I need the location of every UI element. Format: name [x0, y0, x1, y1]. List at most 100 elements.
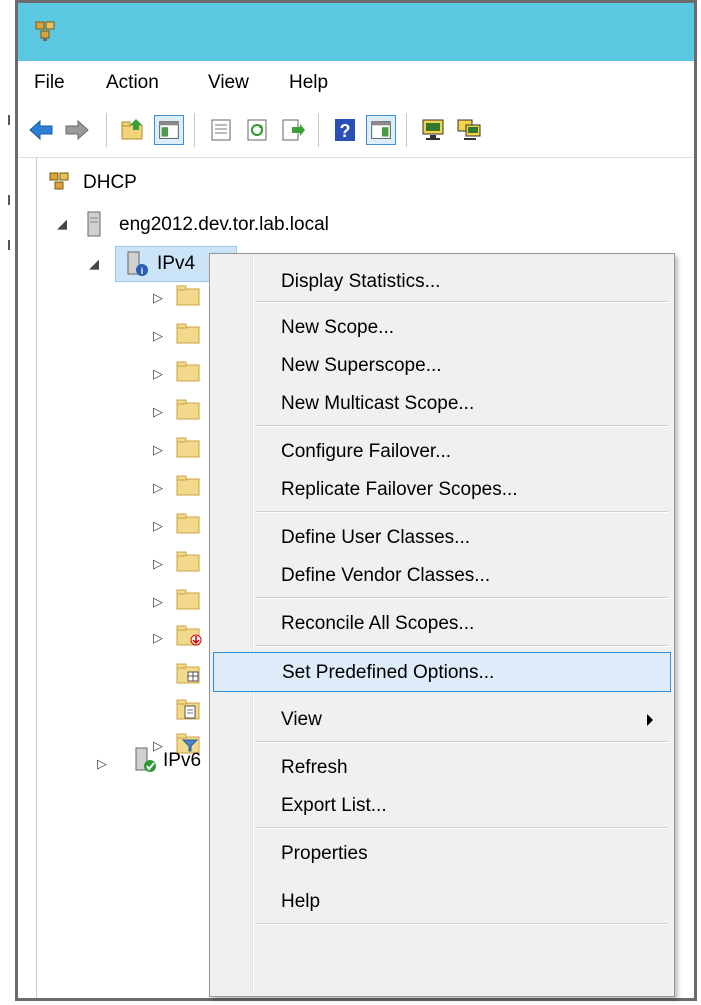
toolbar-separator	[406, 113, 407, 147]
menu-item-label: Define User Classes...	[281, 527, 471, 548]
expand-triangle-icon[interactable]: ▷	[153, 366, 163, 382]
folder-icon[interactable]	[175, 550, 203, 572]
refresh-icon[interactable]	[242, 115, 272, 145]
edge-mark	[8, 195, 10, 205]
forward-arrow-icon[interactable]	[62, 115, 92, 145]
menu-separator	[256, 301, 668, 303]
properties-icon[interactable]	[206, 115, 236, 145]
dhcp-app-icon	[35, 21, 55, 41]
menu-view[interactable]: View	[204, 70, 253, 96]
menu-item-define-vendor-classes[interactable]: Define Vendor Classes...	[213, 556, 671, 596]
menu-separator	[256, 511, 668, 513]
menu-separator	[256, 741, 668, 743]
menu-item-label: Help	[281, 891, 321, 912]
dhcp-root-icon	[49, 172, 69, 190]
expand-triangle-icon[interactable]: ▷	[153, 442, 163, 458]
collapse-triangle-icon[interactable]: ◢	[57, 216, 67, 232]
menu-item-label: Reconcile All Scopes...	[281, 613, 475, 634]
export-list-icon[interactable]	[278, 115, 308, 145]
folder-alert-icon[interactable]	[175, 624, 203, 646]
menu-bar: File Action View Help	[18, 61, 694, 105]
show-hide-console-tree-icon[interactable]	[154, 115, 184, 145]
menu-item-properties[interactable]: Properties	[213, 834, 671, 874]
svg-text:?: ?	[340, 121, 351, 141]
tree-item-dhcp[interactable]: DHCP	[83, 172, 137, 194]
up-folder-icon[interactable]	[118, 115, 148, 145]
tree-item-server[interactable]: eng2012.dev.tor.lab.local	[119, 214, 329, 236]
folder-icon[interactable]	[175, 436, 203, 458]
menu-item-refresh[interactable]: Refresh	[213, 748, 671, 788]
menu-item-label: New Multicast Scope...	[281, 393, 475, 414]
menu-item-label: New Superscope...	[281, 355, 442, 376]
menu-item-label: Set Predefined Options...	[282, 662, 495, 683]
menu-separator	[256, 425, 668, 427]
expand-triangle-icon[interactable]: ▷	[153, 290, 163, 306]
menu-item-view[interactable]: View	[213, 700, 671, 740]
menu-item-configure-failover[interactable]: Configure Failover...	[213, 432, 671, 472]
dhcp-console-window: File Action View Help ? DHCP ◢ eng2012.d…	[15, 0, 697, 1001]
menu-item-label: Properties	[281, 843, 368, 864]
folder-doc-icon[interactable]	[175, 698, 203, 720]
expand-triangle-icon[interactable]: ▷	[153, 404, 163, 420]
expand-triangle-icon[interactable]: ▷	[153, 594, 163, 610]
expand-triangle-icon[interactable]: ▷	[153, 630, 163, 646]
submenu-arrow-icon	[647, 714, 653, 726]
expand-triangle-icon[interactable]: ▷	[153, 480, 163, 496]
toolbar-separator	[318, 113, 319, 147]
back-arrow-icon[interactable]	[26, 115, 56, 145]
menu-help[interactable]: Help	[285, 70, 332, 96]
tree-item-ipv4[interactable]: IPv4	[157, 253, 195, 275]
menu-item-export-list[interactable]: Export List...	[213, 786, 671, 826]
menu-item-replicate-failover-scopes[interactable]: Replicate Failover Scopes...	[213, 470, 671, 510]
folder-icon[interactable]	[175, 322, 203, 344]
expand-triangle-icon[interactable]: ▷	[153, 556, 163, 572]
folder-grid-icon[interactable]	[175, 662, 203, 684]
tree-item-ipv6[interactable]: IPv6	[163, 750, 201, 772]
menu-separator	[256, 923, 668, 925]
toolbar-separator	[194, 113, 195, 147]
folder-icon[interactable]	[175, 360, 203, 382]
menu-item-label: Export List...	[281, 795, 387, 816]
menu-item-help[interactable]: Help	[213, 882, 671, 922]
folder-icon[interactable]	[175, 284, 203, 306]
svg-text:i: i	[141, 266, 144, 276]
expand-triangle-icon[interactable]: ▷	[153, 328, 163, 344]
folder-icon[interactable]	[175, 512, 203, 534]
show-hide-action-pane-icon[interactable]	[366, 115, 396, 145]
computer-monitor-icon[interactable]	[418, 115, 448, 145]
toolbar: ?	[18, 105, 694, 158]
help-icon[interactable]: ?	[330, 115, 360, 145]
menu-item-reconcile-all-scopes[interactable]: Reconcile All Scopes...	[213, 604, 671, 644]
menu-item-label: Define Vendor Classes...	[281, 565, 491, 586]
menu-item-label: View	[281, 709, 322, 730]
background-window-edge	[0, 0, 14, 1005]
menu-separator	[256, 827, 668, 829]
context-menu: Display Statistics... New Scope... New Sup…	[209, 253, 675, 997]
menu-item-label: Display Statistics...	[281, 271, 441, 292]
menu-item-display-statistics[interactable]: Display Statistics...	[213, 262, 671, 302]
folder-icon[interactable]	[175, 474, 203, 496]
folder-icon[interactable]	[175, 398, 203, 420]
title-bar[interactable]	[18, 3, 694, 61]
menu-item-define-user-classes[interactable]: Define User Classes...	[213, 518, 671, 558]
menu-action[interactable]: Action	[102, 70, 163, 96]
edge-mark	[8, 115, 10, 125]
menu-item-label: New Scope...	[281, 317, 394, 338]
menu-item-new-multicast-scope[interactable]: New Multicast Scope...	[213, 384, 671, 424]
edge-mark	[8, 240, 10, 250]
toolbar-separator	[106, 113, 107, 147]
collapse-triangle-icon[interactable]: ◢	[89, 256, 99, 272]
menu-item-new-scope[interactable]: New Scope...	[213, 308, 671, 348]
expand-triangle-icon[interactable]: ▷	[153, 518, 163, 534]
ipv6-server-icon	[135, 747, 156, 772]
menu-file[interactable]: File	[30, 70, 69, 96]
folder-icon[interactable]	[175, 588, 203, 610]
menu-item-label: Refresh	[281, 757, 348, 778]
server-icon	[87, 211, 101, 237]
menu-separator	[256, 597, 668, 599]
menu-item-set-predefined-options[interactable]: Set Predefined Options...	[213, 652, 671, 692]
computer-network-icon[interactable]	[454, 115, 484, 145]
menu-item-new-superscope[interactable]: New Superscope...	[213, 346, 671, 386]
menu-item-label: Configure Failover...	[281, 441, 452, 462]
expand-triangle-icon[interactable]: ▷	[97, 756, 107, 772]
